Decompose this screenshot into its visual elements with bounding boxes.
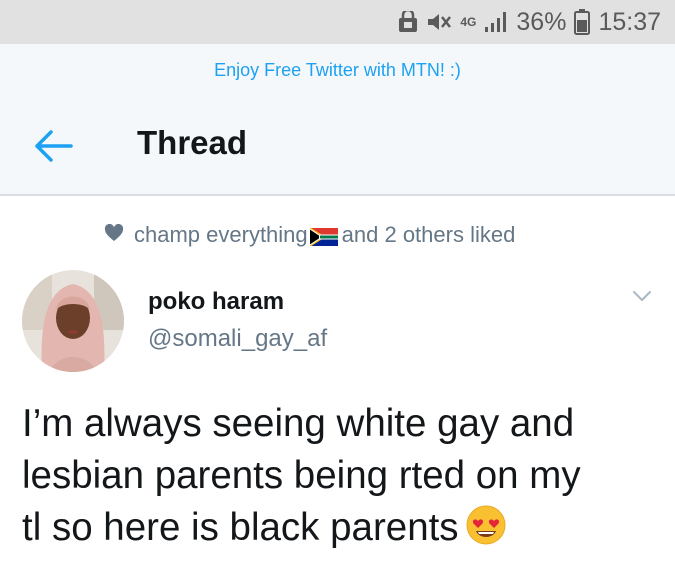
arrow-left-icon[interactable] [33,129,73,168]
liker-name: champ everything [134,222,308,247]
heart-icon [104,223,124,247]
author-handle[interactable]: @somali_gay_af [148,325,327,353]
tweet-menu-button[interactable] [627,286,657,310]
promo-text[interactable]: Enjoy Free Twitter with MTN! :) [214,60,461,81]
liked-suffix: and 2 others liked [341,222,516,247]
social-context-text: champ everything and 2 others liked [134,222,515,248]
back-button[interactable] [28,128,78,168]
status-bar: 4G 36% 15:37 [0,0,675,44]
mute-icon [426,11,452,33]
promo-banner[interactable]: Enjoy Free Twitter with MTN! :) [0,44,675,96]
author-name[interactable]: poko haram [148,288,284,316]
avatar[interactable] [22,270,124,372]
battery-percent: 36% [516,7,567,36]
heart-eyes-emoji [465,504,507,546]
thread-header: Thread [0,96,675,196]
south-africa-flag-emoji [309,226,338,247]
signal-icon [484,11,508,33]
battery-icon [574,9,591,35]
page-title: Thread [137,124,248,161]
tweet-line: I’m always seeing white gay and [22,402,575,445]
alarm-lock-icon [398,11,418,33]
tweet-text: I’m always seeing white gay and lesbian … [22,398,662,554]
clock: 15:37 [598,7,661,36]
network-4g-icon: 4G [460,14,477,29]
social-context[interactable]: champ everything and 2 others liked [104,220,515,250]
tweet-line-text: tl so here is black parents [22,506,459,549]
tweet-line: lesbian parents being rted on my [22,454,581,497]
tweet-line-last: tl so here is black parents [22,502,662,554]
chevron-down-icon[interactable] [632,289,652,307]
